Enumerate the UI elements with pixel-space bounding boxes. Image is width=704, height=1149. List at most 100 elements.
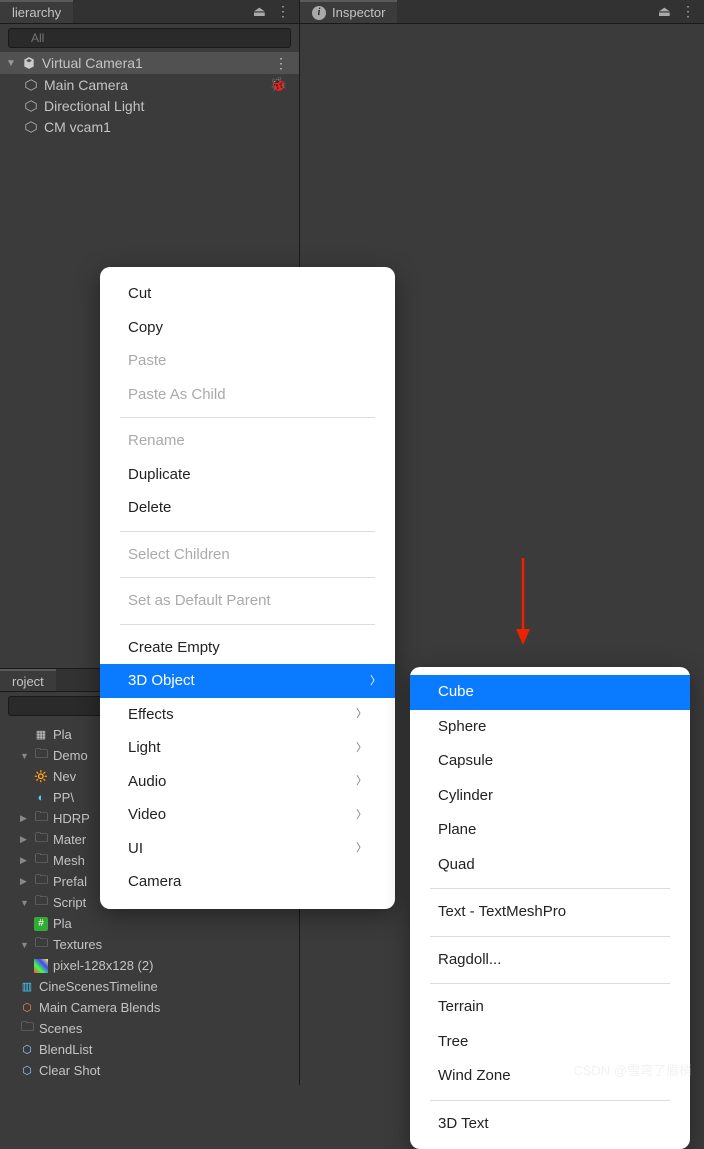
sub-3dtext[interactable]: 3D Text bbox=[410, 1107, 690, 1142]
lock-icon[interactable]: ⏏ bbox=[253, 3, 266, 20]
asset-icon: 🔆 bbox=[34, 770, 48, 784]
sub-cylinder[interactable]: Cylinder bbox=[410, 779, 690, 814]
sub-cube[interactable]: Cube bbox=[410, 675, 690, 710]
texture-icon bbox=[34, 959, 48, 973]
menu-separator bbox=[430, 888, 670, 889]
project-item[interactable]: ⬡Clear Shot bbox=[0, 1060, 299, 1081]
submenu-arrow-icon: 〉 bbox=[370, 674, 381, 688]
object-label: Main Camera bbox=[44, 77, 128, 93]
ctx-audio[interactable]: Audio〉 bbox=[100, 765, 395, 799]
ctx-rename: Rename bbox=[100, 424, 395, 458]
folder-icon: 🗀 bbox=[35, 745, 48, 766]
unity-logo-icon bbox=[22, 56, 36, 70]
watermark: CSDN @雪弯了眉梢 bbox=[573, 1060, 692, 1079]
timeline-icon: ▥ bbox=[20, 980, 34, 994]
chevron-right-icon[interactable]: ▶ bbox=[20, 876, 30, 887]
asset-icon: ▦ bbox=[34, 728, 48, 742]
chevron-right-icon[interactable]: ▶ bbox=[20, 855, 30, 866]
scene-name: Virtual Camera1 bbox=[42, 55, 143, 71]
menu-separator bbox=[430, 983, 670, 984]
script-icon: # bbox=[34, 917, 48, 931]
sub-plane[interactable]: Plane bbox=[410, 813, 690, 848]
hierarchy-search-wrap bbox=[8, 28, 291, 48]
hierarchy-search-input[interactable] bbox=[8, 28, 291, 48]
sub-ragdoll[interactable]: Ragdoll... bbox=[410, 943, 690, 978]
bug-icon[interactable]: 🐞 bbox=[270, 76, 287, 93]
lock-icon[interactable]: ⏏ bbox=[658, 3, 671, 20]
project-folder[interactable]: 🗀Scenes bbox=[0, 1018, 299, 1039]
project-item[interactable]: ⬡BlendList bbox=[0, 1039, 299, 1060]
menu-separator bbox=[430, 1100, 670, 1101]
chevron-right-icon[interactable]: ▶ bbox=[20, 813, 30, 824]
project-tab[interactable]: roject bbox=[0, 669, 56, 691]
ctx-paste: Paste bbox=[100, 344, 395, 378]
menu-separator bbox=[120, 624, 375, 625]
project-item[interactable]: ▥CineScenesTimeline bbox=[0, 976, 299, 997]
ctx-select-children: Select Children bbox=[100, 538, 395, 572]
submenu-arrow-icon: 〉 bbox=[356, 808, 367, 822]
project-item[interactable]: pixel-128x128 (2) bbox=[0, 955, 299, 976]
folder-icon: 🗀 bbox=[21, 1018, 34, 1039]
context-menu: Cut Copy Paste Paste As Child Rename Dup… bbox=[100, 267, 395, 909]
object-label: Directional Light bbox=[44, 98, 144, 114]
submenu-arrow-icon: 〉 bbox=[356, 741, 367, 755]
menu-separator bbox=[120, 531, 375, 532]
submenu-arrow-icon: 〉 bbox=[356, 774, 367, 788]
scene-icon: ⬡ bbox=[20, 1043, 34, 1057]
scene-menu-icon[interactable]: ⋮ bbox=[274, 55, 287, 72]
folder-icon: 🗀 bbox=[35, 850, 48, 871]
ctx-cut[interactable]: Cut bbox=[100, 277, 395, 311]
object-label: CM vcam1 bbox=[44, 119, 111, 135]
chevron-right-icon[interactable]: ▶ bbox=[20, 834, 30, 845]
menu-separator bbox=[120, 417, 375, 418]
folder-icon: 🗀 bbox=[35, 934, 48, 955]
hierarchy-object[interactable]: Directional Light bbox=[0, 95, 299, 116]
sub-terrain[interactable]: Terrain bbox=[410, 990, 690, 1025]
scene-icon: ⬡ bbox=[20, 1064, 34, 1078]
gameobject-icon bbox=[24, 78, 38, 92]
ctx-light[interactable]: Light〉 bbox=[100, 731, 395, 765]
info-icon: i bbox=[312, 6, 326, 20]
chevron-down-icon[interactable]: ▼ bbox=[20, 940, 30, 950]
gameobject-icon bbox=[24, 99, 38, 113]
chevron-down-icon[interactable]: ▼ bbox=[6, 58, 16, 69]
ctx-3d-object[interactable]: 3D Object〉 bbox=[100, 664, 395, 698]
hierarchy-tab[interactable]: lierarchy bbox=[0, 0, 73, 23]
ctx-video[interactable]: Video〉 bbox=[100, 798, 395, 832]
project-tab-label: roject bbox=[12, 674, 44, 689]
folder-icon: 🗀 bbox=[35, 892, 48, 913]
project-folder[interactable]: ▼🗀Textures bbox=[0, 934, 299, 955]
ctx-duplicate[interactable]: Duplicate bbox=[100, 458, 395, 492]
project-item[interactable]: #Pla bbox=[0, 913, 299, 934]
chevron-down-icon[interactable]: ▼ bbox=[20, 898, 30, 908]
inspector-tab-label: Inspector bbox=[332, 5, 385, 20]
sub-quad[interactable]: Quad bbox=[410, 848, 690, 883]
ctx-set-default-parent: Set as Default Parent bbox=[100, 584, 395, 618]
ctx-ui[interactable]: UI〉 bbox=[100, 832, 395, 866]
panel-menu-icon[interactable]: ⋮ bbox=[681, 3, 694, 20]
inspector-tab[interactable]: i Inspector bbox=[300, 0, 397, 23]
submenu-arrow-icon: 〉 bbox=[356, 841, 367, 855]
project-item[interactable]: ⬡Main Camera Blends bbox=[0, 997, 299, 1018]
chevron-down-icon[interactable]: ▼ bbox=[20, 751, 30, 761]
ctx-camera[interactable]: Camera bbox=[100, 865, 395, 899]
ctx-create-empty[interactable]: Create Empty bbox=[100, 631, 395, 665]
submenu-arrow-icon: 〉 bbox=[356, 707, 367, 721]
ctx-copy[interactable]: Copy bbox=[100, 311, 395, 345]
sub-sphere[interactable]: Sphere bbox=[410, 710, 690, 745]
ctx-effects[interactable]: Effects〉 bbox=[100, 698, 395, 732]
sub-tree[interactable]: Tree bbox=[410, 1025, 690, 1060]
ctx-paste-child: Paste As Child bbox=[100, 378, 395, 412]
hierarchy-object[interactable]: CM vcam1 bbox=[0, 116, 299, 137]
sub-capsule[interactable]: Capsule bbox=[410, 744, 690, 779]
hierarchy-object[interactable]: Main Camera 🐞 bbox=[0, 74, 299, 95]
asset-icon: ◐ bbox=[34, 791, 48, 805]
folder-icon: 🗀 bbox=[35, 871, 48, 892]
panel-menu-icon[interactable]: ⋮ bbox=[276, 3, 289, 20]
sub-text-tmp[interactable]: Text - TextMeshPro bbox=[410, 895, 690, 930]
ctx-delete[interactable]: Delete bbox=[100, 491, 395, 525]
blend-icon: ⬡ bbox=[20, 1001, 34, 1015]
annotation-arrow bbox=[508, 553, 538, 653]
scene-row[interactable]: ▼ Virtual Camera1 ⋮ bbox=[0, 52, 299, 74]
gameobject-icon bbox=[24, 120, 38, 134]
